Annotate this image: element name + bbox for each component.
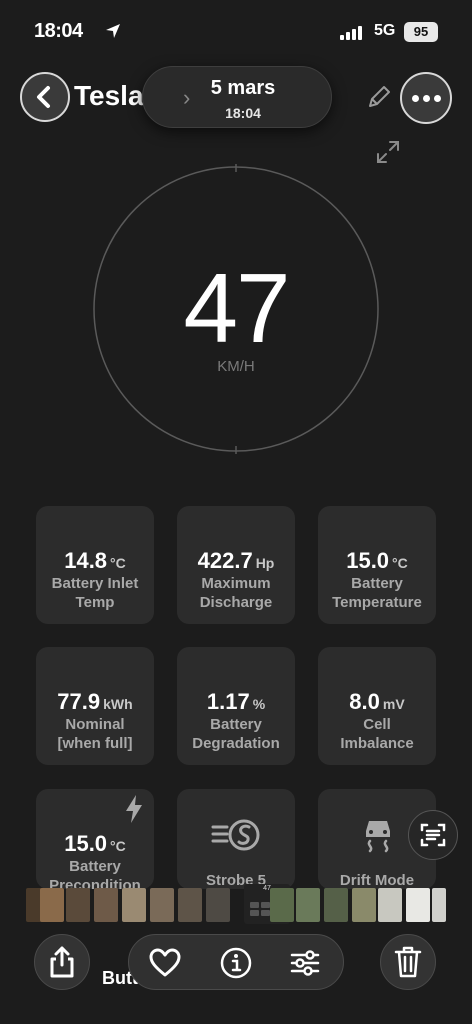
battery-level: 95: [404, 22, 438, 42]
sliders-icon[interactable]: [289, 947, 321, 979]
share-icon: [50, 946, 74, 978]
more-button[interactable]: [400, 72, 452, 124]
share-button[interactable]: [34, 934, 90, 990]
expand-icon[interactable]: [374, 138, 402, 166]
card-battery-degradation[interactable]: 1.17% Battery Degradation: [177, 647, 295, 765]
thumbnail[interactable]: [150, 888, 174, 922]
card-maximum-discharge[interactable]: 422.7 Hp Maximum Discharge: [177, 506, 295, 624]
photo-filmstrip[interactable]: 47: [26, 884, 446, 924]
card-label: Battery Degradation: [192, 716, 280, 752]
thumbnail[interactable]: [206, 888, 230, 922]
thumbnail[interactable]: [378, 888, 402, 922]
delete-button[interactable]: [380, 934, 436, 990]
card-value: 1.17: [206, 689, 250, 714]
card-label: Battery Inlet Temp: [51, 575, 139, 611]
trash-icon: [394, 946, 422, 978]
thumbnail[interactable]: [352, 888, 376, 922]
card-label: Maximum Discharge: [199, 575, 273, 611]
thumbnail[interactable]: [40, 888, 64, 922]
card-label: Battery Temperature: [332, 575, 422, 611]
speed-unit: KM/H: [217, 358, 255, 375]
thumbnail[interactable]: [406, 888, 430, 922]
photo-actions-toolbar: [128, 934, 344, 990]
drift-car-icon: [366, 821, 390, 853]
card-battery-precondition[interactable]: 15.0 °C Battery Precondition: [36, 789, 154, 889]
location-arrow-icon: [106, 24, 120, 38]
card-value: 77.9: [57, 689, 101, 714]
thumbnail[interactable]: [324, 888, 348, 922]
card-label: Nominal [when full]: [57, 716, 133, 752]
time-label: 18:04: [225, 105, 261, 121]
card-battery-inlet-temp[interactable]: 14.8 °C Battery Inlet Temp: [36, 506, 154, 624]
lightning-icon: [126, 795, 142, 823]
card-battery-temperature[interactable]: 15.0 °C Battery Temperature: [318, 506, 436, 624]
back-icon: [37, 86, 50, 108]
card-unit: kWh: [103, 696, 133, 712]
thumbnail[interactable]: [66, 888, 90, 922]
card-value: 422.7: [197, 548, 253, 573]
card-unit: Hp: [255, 555, 275, 571]
strobe-icon: [211, 819, 260, 851]
date-label: 5 mars: [210, 77, 276, 99]
card-unit: °C: [110, 555, 126, 571]
card-label: Cell Imbalance: [340, 716, 414, 752]
thumbnail[interactable]: [178, 888, 202, 922]
card-unit: °C: [392, 555, 408, 571]
status-time: 18:04: [34, 20, 83, 42]
speed-value: 47: [183, 253, 290, 363]
card-cell-imbalance[interactable]: 8.0 mV Cell Imbalance: [318, 647, 436, 765]
card-value: 8.0: [349, 689, 380, 714]
thumbnail[interactable]: [296, 888, 320, 922]
scan-text-icon: [420, 823, 446, 847]
more-icon: [411, 94, 419, 102]
card-value: 14.8: [64, 548, 108, 573]
thumbnail[interactable]: [270, 888, 294, 922]
date-pill[interactable]: › 5 mars 18:04: [142, 66, 332, 128]
page-title: Tesla: [74, 80, 144, 111]
thumbnail[interactable]: [122, 888, 146, 922]
card-value: 15.0: [64, 831, 108, 856]
edit-pencil-icon[interactable]: [364, 82, 394, 112]
card-value: 15.0: [346, 548, 390, 573]
thumbnail[interactable]: [432, 888, 446, 922]
info-icon[interactable]: [220, 947, 252, 979]
card-nominal-energy[interactable]: 77.9 kWh Nominal [when full]: [36, 647, 154, 765]
card-unit: mV: [382, 696, 405, 712]
scan-text-button[interactable]: [408, 810, 458, 860]
card-unit: °C: [110, 838, 126, 854]
status-bar: 18:04 5G 95: [0, 0, 472, 64]
card-strobe-5[interactable]: Strobe 5: [177, 789, 295, 889]
signal-icon: [340, 24, 362, 40]
heart-icon[interactable]: [149, 947, 181, 979]
card-unit: %: [252, 696, 266, 712]
network-type: 5G: [374, 22, 396, 39]
thumbnail[interactable]: [94, 888, 118, 922]
back-button[interactable]: [20, 72, 70, 122]
